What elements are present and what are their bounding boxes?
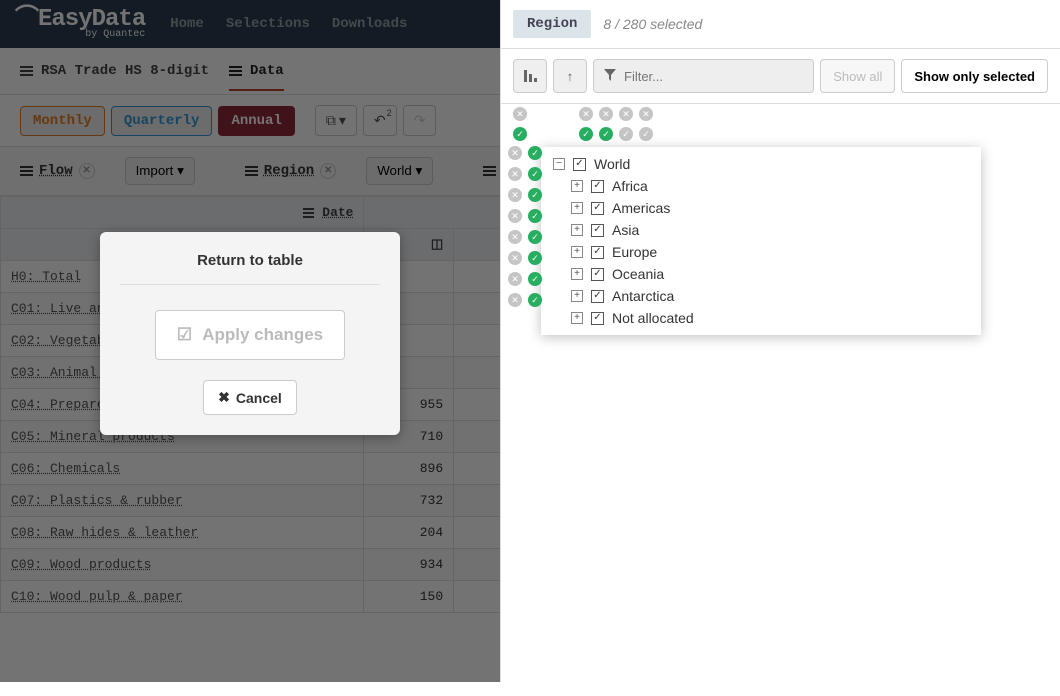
tree-item[interactable]: + ✓ Asia (541, 219, 981, 241)
tree-item-label: Oceania (612, 266, 664, 282)
deselect-icon[interactable]: ✕ (599, 107, 613, 121)
status-row: ✕ ✕ ✕ ✕ ✕ (501, 104, 1060, 124)
deselect-icon[interactable]: ✕ (619, 107, 633, 121)
select-icon[interactable]: ✓ (528, 251, 542, 265)
tree-root-label: World (594, 156, 630, 172)
deselect-icon[interactable]: ✕ (513, 107, 527, 121)
deselect-icon[interactable]: ✕ (508, 188, 522, 202)
filter-input[interactable] (624, 69, 803, 84)
tree-item-label: Asia (612, 222, 639, 238)
deselect-icon[interactable]: ✕ (508, 230, 522, 244)
deselect-icon[interactable]: ✕ (508, 209, 522, 223)
check-icon: ☑ (177, 325, 192, 345)
region-panel: Region 8 / 280 selected ↑ Show all Show … (500, 0, 1060, 682)
sort-icon (522, 68, 538, 84)
tree-item-label: Not allocated (612, 310, 694, 326)
tree-side-dots: ✕ ✓ ✕ ✓ ✕ ✓ ✕ ✓ ✕ ✓ ✕ ✓ ✕ ✓ ✕ ✓ (508, 144, 542, 307)
select-icon[interactable]: ✓ (528, 146, 542, 160)
filter-field[interactable] (593, 59, 814, 93)
tree-popup: − ✓ World + ✓ Africa + ✓ Americas + ✓ Asia + ✓ Euro… (541, 147, 981, 335)
deselect-icon[interactable]: ✕ (508, 146, 522, 160)
expand-icon[interactable]: + (571, 268, 583, 280)
select-icon[interactable]: ✓ (528, 167, 542, 181)
select-icon[interactable]: ✓ (528, 293, 542, 307)
tree-item[interactable]: + ✓ Americas (541, 197, 981, 219)
select-icon[interactable]: ✓ (513, 127, 527, 141)
panel-count: 8 / 280 selected (603, 16, 702, 32)
tree-item[interactable]: + ✓ Oceania (541, 263, 981, 285)
sort-asc-button[interactable]: ↑ (553, 59, 587, 93)
deselect-icon[interactable]: ✕ (508, 251, 522, 265)
close-icon: ✖ (218, 389, 230, 406)
checkbox-checked-icon[interactable]: ✓ (591, 180, 604, 193)
checkbox-checked-icon[interactable]: ✓ (591, 246, 604, 259)
arrow-up-icon: ↑ (567, 69, 574, 84)
select-icon[interactable]: ✓ (639, 127, 653, 141)
tree-item-label: Americas (612, 200, 670, 216)
select-icon[interactable]: ✓ (528, 272, 542, 286)
select-icon[interactable]: ✓ (528, 230, 542, 244)
tree-item[interactable]: + ✓ Not allocated (541, 307, 981, 329)
expand-icon[interactable]: + (571, 312, 583, 324)
expand-icon[interactable]: + (571, 202, 583, 214)
expand-icon[interactable]: + (571, 290, 583, 302)
tree-item[interactable]: + ✓ Antarctica (541, 285, 981, 307)
select-icon[interactable]: ✓ (579, 127, 593, 141)
tree-item-label: Europe (612, 244, 657, 260)
return-modal: Return to table ☑ Apply changes ✖ Cancel (100, 232, 400, 435)
panel-toolbar: ↑ Show all Show only selected (501, 49, 1060, 104)
apply-label: Apply changes (202, 325, 323, 344)
checkbox-checked-icon[interactable]: ✓ (573, 158, 586, 171)
tree-item-label: Africa (612, 178, 648, 194)
expand-icon[interactable]: + (571, 246, 583, 258)
checkbox-checked-icon[interactable]: ✓ (591, 202, 604, 215)
tree-container: ✕ ✓ ✕ ✓ ✕ ✓ ✕ ✓ ✕ ✓ ✕ ✓ ✕ ✓ ✕ ✓ − ✓ World + ✓ Afri… (501, 144, 1060, 338)
collapse-icon[interactable]: − (553, 158, 565, 170)
show-all-button[interactable]: Show all (820, 59, 895, 93)
checkbox-checked-icon[interactable]: ✓ (591, 290, 604, 303)
deselect-icon[interactable]: ✕ (639, 107, 653, 121)
expand-icon[interactable]: + (571, 224, 583, 236)
panel-header: Region 8 / 280 selected (501, 0, 1060, 49)
deselect-icon[interactable]: ✕ (508, 293, 522, 307)
tree-root[interactable]: − ✓ World (541, 153, 981, 175)
panel-title: Region (513, 10, 591, 38)
show-selected-button[interactable]: Show only selected (901, 59, 1048, 93)
select-icon[interactable]: ✓ (619, 127, 633, 141)
checkbox-checked-icon[interactable]: ✓ (591, 312, 604, 325)
cancel-label: Cancel (236, 390, 282, 406)
deselect-icon[interactable]: ✕ (508, 167, 522, 181)
select-icon[interactable]: ✓ (528, 188, 542, 202)
apply-changes-button[interactable]: ☑ Apply changes (155, 310, 345, 360)
modal-title: Return to table (120, 252, 380, 285)
tree-item[interactable]: + ✓ Europe (541, 241, 981, 263)
cancel-button[interactable]: ✖ Cancel (203, 380, 297, 415)
deselect-icon[interactable]: ✕ (579, 107, 593, 121)
checkbox-checked-icon[interactable]: ✓ (591, 224, 604, 237)
status-row: ✓ ✓ ✓ ✓ ✓ (501, 124, 1060, 144)
filter-icon (604, 68, 616, 84)
deselect-icon[interactable]: ✕ (508, 272, 522, 286)
expand-icon[interactable]: + (571, 180, 583, 192)
checkbox-checked-icon[interactable]: ✓ (591, 268, 604, 281)
select-icon[interactable]: ✓ (599, 127, 613, 141)
tree-item-label: Antarctica (612, 288, 674, 304)
sort-button[interactable] (513, 59, 547, 93)
select-icon[interactable]: ✓ (528, 209, 542, 223)
tree-item[interactable]: + ✓ Africa (541, 175, 981, 197)
